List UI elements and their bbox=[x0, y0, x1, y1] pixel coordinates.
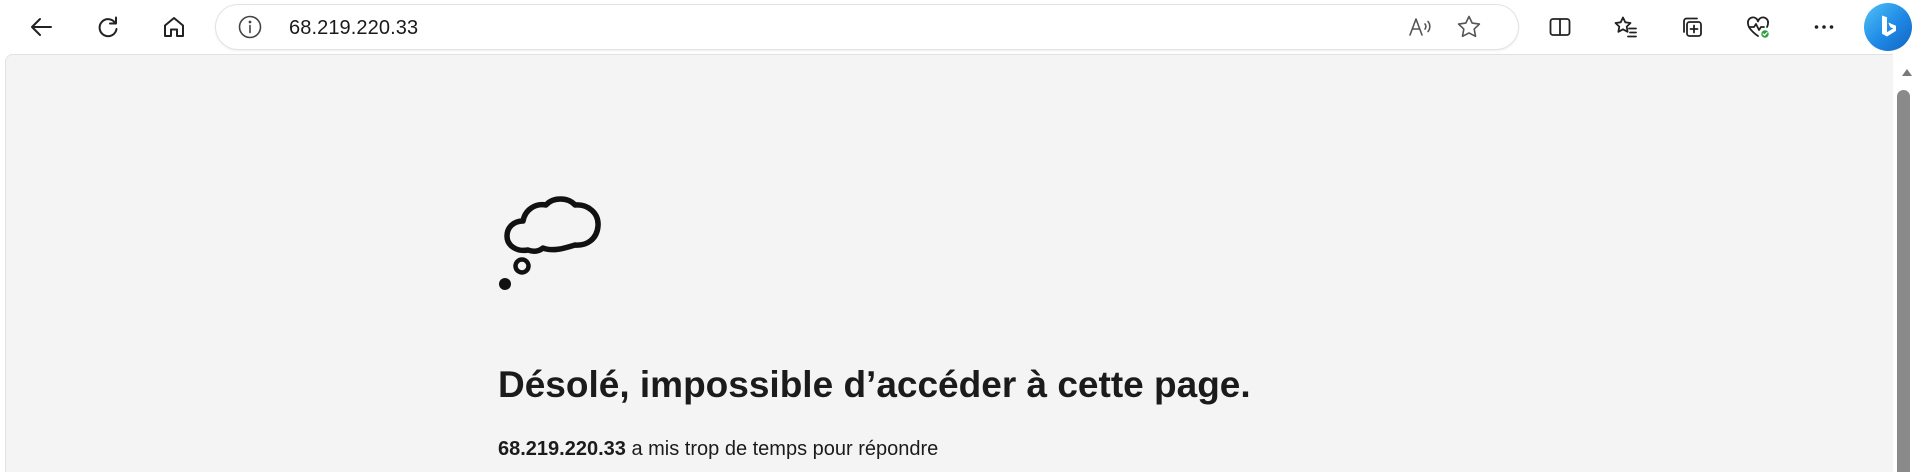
home-icon bbox=[164, 17, 184, 37]
thought-cloud-icon bbox=[499, 196, 601, 290]
star-icon bbox=[1457, 15, 1481, 38]
favorites-icon bbox=[1614, 16, 1637, 38]
info-icon bbox=[238, 15, 262, 39]
collections-button[interactable] bbox=[1672, 7, 1712, 47]
scroll-up-button[interactable] bbox=[1893, 62, 1920, 82]
collections-icon bbox=[1683, 17, 1702, 37]
back-arrow-icon bbox=[31, 18, 52, 36]
split-screen-icon bbox=[1549, 18, 1571, 36]
address-url[interactable]: 68.219.220.33 bbox=[289, 17, 418, 40]
copilot-button[interactable] bbox=[1864, 3, 1912, 51]
add-favorite-button[interactable] bbox=[1454, 12, 1484, 42]
error-host: 68.219.220.33 bbox=[498, 438, 626, 460]
more-button[interactable] bbox=[1804, 7, 1844, 47]
favorites-button[interactable] bbox=[1606, 7, 1646, 47]
browser-toolbar: 68.219.220.33 bbox=[0, 0, 1920, 54]
refresh-button[interactable] bbox=[88, 7, 128, 47]
page-content bbox=[5, 54, 1893, 472]
split-screen-button[interactable] bbox=[1540, 7, 1580, 47]
refresh-icon bbox=[98, 16, 118, 38]
read-aloud-button[interactable] bbox=[1405, 12, 1435, 42]
site-info-button[interactable] bbox=[236, 13, 264, 41]
address-bar[interactable]: 68.219.220.33 bbox=[216, 5, 1518, 49]
scrollbar-thumb[interactable] bbox=[1897, 90, 1910, 472]
home-button[interactable] bbox=[154, 7, 194, 47]
read-aloud-icon bbox=[1409, 18, 1431, 36]
error-title: Désolé, impossible d’accéder à cette pag… bbox=[498, 364, 1251, 405]
more-icon bbox=[1814, 25, 1834, 29]
error-description: 68.219.220.33 a mis trop de temps pour r… bbox=[498, 438, 938, 461]
heart-pulse-icon bbox=[1747, 16, 1770, 39]
scroll-up-arrow-icon bbox=[1901, 68, 1912, 76]
bing-icon bbox=[1882, 15, 1896, 37]
back-button[interactable] bbox=[22, 7, 62, 47]
error-message: a mis trop de temps pour répondre bbox=[625, 438, 939, 460]
browser-essentials-button[interactable] bbox=[1738, 7, 1778, 47]
